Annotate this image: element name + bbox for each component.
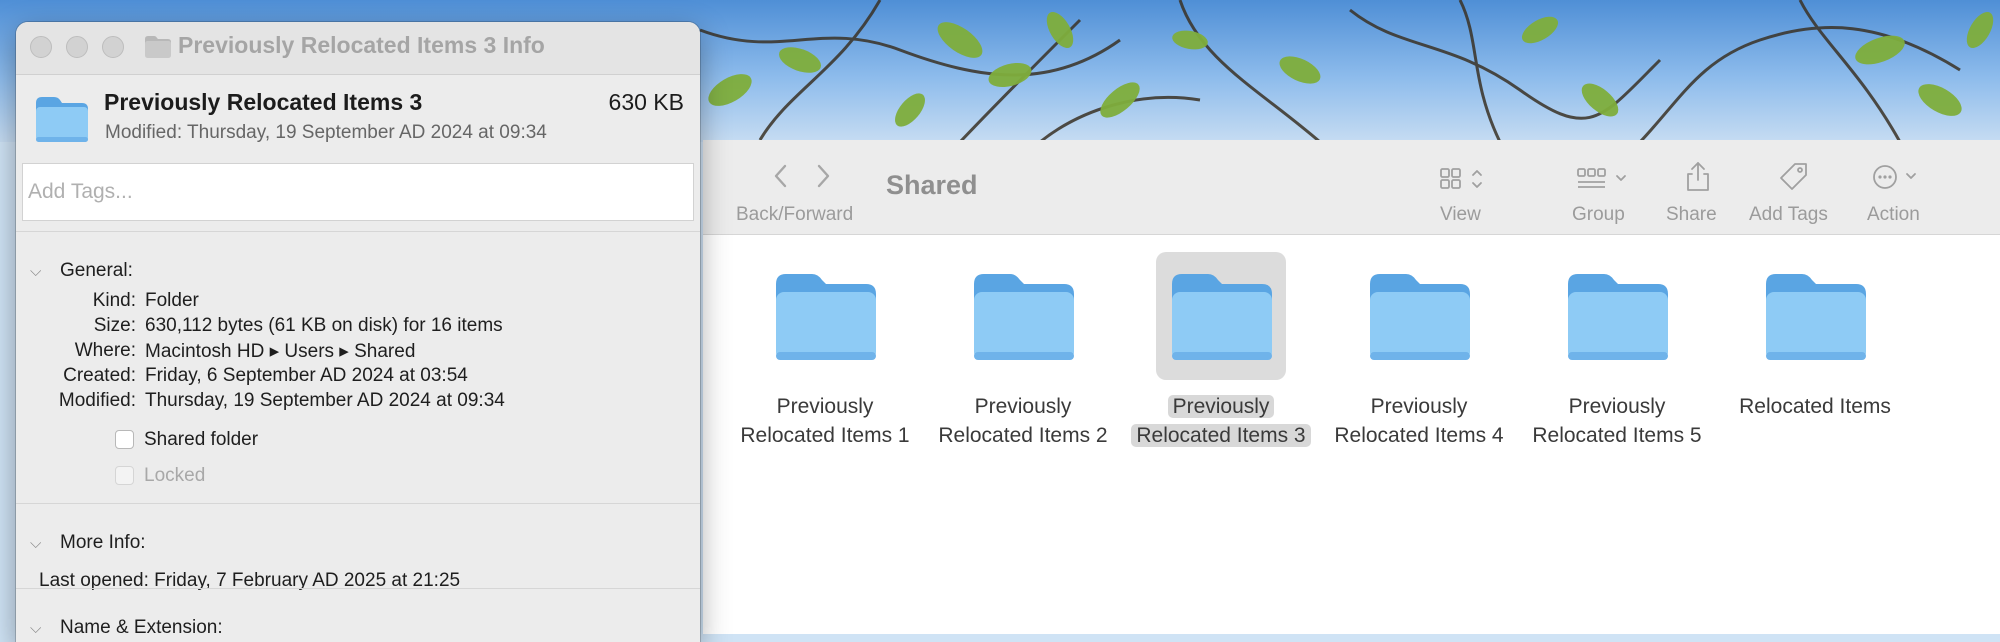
divider	[16, 503, 700, 504]
name-extension-section-toggle[interactable]: ⌵ Name & Extension:	[30, 617, 223, 639]
name-extension-header: Name & Extension:	[60, 617, 223, 638]
folder-item[interactable]: Previously Relocated Items 5	[1522, 234, 1712, 454]
add-tags-field[interactable]	[22, 163, 694, 221]
folder-name-line2: Relocated Items 3	[1131, 424, 1311, 447]
size-value: 630,112 bytes (61 KB on disk) for 16 ite…	[145, 315, 503, 336]
folder-name-line1: Previously	[776, 395, 874, 418]
item-modified: Modified: Thursday, 19 September AD 2024…	[105, 122, 547, 143]
folder-icon	[1172, 274, 1272, 360]
folder-icon	[974, 274, 1074, 360]
share-button[interactable]	[1683, 160, 1713, 194]
kind-value: Folder	[145, 290, 199, 311]
view-label: View	[1440, 204, 1481, 225]
folder-icon-grid: Previously Relocated Items 1 Previously …	[703, 234, 2000, 634]
folder-icon	[1370, 274, 1470, 360]
divider	[16, 231, 700, 232]
get-info-window: Previously Relocated Items 3 Info Previo…	[16, 22, 700, 642]
icon-grid-view-icon	[1440, 168, 1482, 189]
folder-item-selected[interactable]: Previously Relocated Items 3	[1126, 234, 1316, 454]
more-info-header: More Info:	[60, 532, 146, 553]
folder-name-line2: Relocated Items 4	[1334, 424, 1504, 447]
add-tags-button[interactable]	[1777, 160, 1811, 194]
folder-name-line1: Previously	[1370, 395, 1468, 418]
forward-button[interactable]	[811, 162, 835, 190]
folder-icon	[36, 97, 88, 142]
share-icon	[1687, 162, 1709, 191]
general-header: General:	[60, 260, 133, 281]
more-info-section-toggle[interactable]: ⌵ More Info:	[30, 532, 146, 554]
chevron-down-icon: ⌵	[30, 263, 42, 280]
modified-key: Modified:	[58, 390, 136, 411]
view-button[interactable]	[1437, 164, 1493, 194]
back-forward-label: Back/Forward	[736, 204, 854, 225]
created-key: Created:	[63, 365, 136, 386]
folder-name-line2: Relocated Items 2	[938, 424, 1108, 447]
info-window-title: Previously Relocated Items 3 Info	[178, 32, 545, 58]
tag-icon	[1780, 163, 1807, 190]
folder-icon	[776, 274, 876, 360]
modified-value: Thursday, 19 September AD 2024 at 09:34	[145, 390, 505, 411]
general-section-toggle[interactable]: ⌵ General:	[30, 260, 133, 282]
folder-name-line1: Previously	[1568, 395, 1666, 418]
folder-icon	[1766, 274, 1866, 360]
back-button[interactable]	[769, 162, 793, 190]
group-label: Group	[1572, 204, 1625, 225]
folder-name-line2: Relocated Items 5	[1532, 424, 1702, 447]
minimize-button[interactable]	[66, 36, 88, 58]
finder-toolbar: Back/Forward Shared View Group Share Add…	[703, 140, 2000, 235]
folder-item[interactable]: Previously Relocated Items 2	[928, 234, 1118, 454]
selection-highlight	[1156, 252, 1286, 380]
where-key: Where:	[74, 340, 136, 361]
locked-label: Locked	[144, 465, 206, 486]
item-size: 630 KB	[608, 89, 684, 115]
ellipsis-circle-icon	[1873, 165, 1916, 189]
created-value: Friday, 6 September AD 2024 at 03:54	[145, 365, 468, 386]
folder-item[interactable]: Previously Relocated Items 1	[730, 234, 920, 454]
chevron-down-icon: ⌵	[30, 535, 42, 552]
close-button[interactable]	[30, 36, 52, 58]
folder-icon	[1568, 274, 1668, 360]
shared-folder-label: Shared folder	[144, 429, 259, 450]
folder-name-line2: Relocated Items 1	[740, 424, 910, 447]
action-label: Action	[1867, 204, 1920, 225]
action-button[interactable]	[1871, 162, 1927, 192]
shared-folder-checkbox[interactable]	[115, 430, 134, 449]
divider	[16, 588, 700, 589]
info-titlebar[interactable]: Previously Relocated Items 3 Info	[16, 22, 700, 75]
folder-name-line1: Previously	[974, 395, 1072, 418]
size-key: Size:	[93, 315, 136, 336]
share-label: Share	[1666, 204, 1717, 225]
zoom-button[interactable]	[102, 36, 124, 58]
group-button[interactable]	[1575, 164, 1635, 194]
group-icon	[1577, 168, 1626, 188]
add-tags-label: Add Tags	[1749, 204, 1828, 225]
folder-icon	[145, 36, 171, 58]
folder-item[interactable]: Previously Relocated Items 4	[1324, 234, 1514, 454]
chevron-left-icon	[774, 164, 787, 188]
folder-name-line1: Previously	[1167, 395, 1275, 418]
kind-key: Kind:	[92, 290, 136, 311]
item-name: Previously Relocated Items 3	[104, 89, 423, 115]
locked-checkbox	[115, 466, 134, 485]
window-title: Shared	[886, 170, 978, 200]
finder-window: Back/Forward Shared View Group Share Add…	[703, 140, 2000, 634]
where-value: Macintosh HD ▸ Users ▸ Shared	[145, 341, 416, 362]
folder-item[interactable]: Relocated Items	[1720, 234, 1910, 454]
chevron-right-icon	[817, 164, 830, 188]
folder-name-line1: Relocated Items	[1739, 395, 1891, 418]
chevron-down-icon: ⌵	[30, 620, 42, 637]
